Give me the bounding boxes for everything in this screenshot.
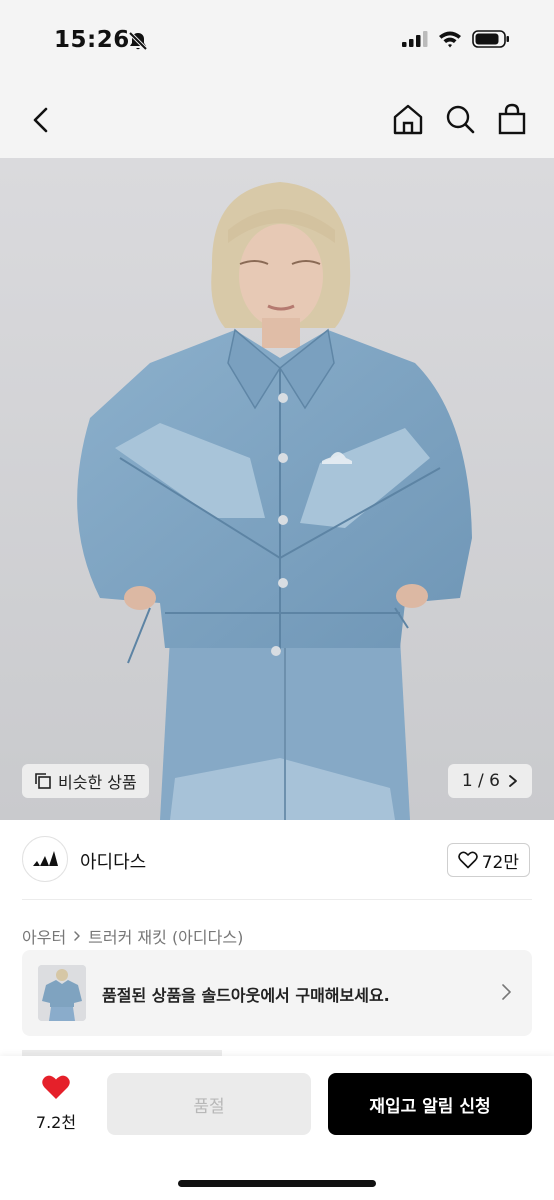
- brand-name[interactable]: 아디다스: [80, 848, 146, 874]
- status-time: 15:26: [54, 27, 130, 53]
- soldout-button[interactable]: 품절: [107, 1073, 311, 1135]
- chevron-right-icon: [509, 775, 517, 787]
- heart-filled-icon: [42, 1075, 70, 1099]
- heart-outline-icon: [457, 851, 478, 869]
- section-divider: [22, 899, 532, 900]
- home-indicator: [178, 1180, 376, 1187]
- shopping-bag-icon[interactable]: [496, 102, 528, 136]
- signal-icon: [402, 31, 428, 47]
- chevron-right-icon: [502, 984, 511, 1000]
- home-icon[interactable]: [392, 102, 424, 136]
- search-icon[interactable]: [444, 102, 476, 136]
- similar-products-button[interactable]: 비슷한 상품: [22, 764, 149, 798]
- chevron-right-icon: [74, 931, 80, 941]
- wishlist-button[interactable]: 7.2천: [30, 1074, 82, 1133]
- nav-bar: [0, 84, 554, 158]
- adidas-logo-icon: [33, 851, 58, 866]
- wifi-icon: [439, 31, 461, 48]
- promo-text: 품절된 상품을 솔드아웃에서 구매해보세요.: [102, 986, 390, 1005]
- status-bar: 15:26: [0, 0, 554, 84]
- page-counter-text: 1 / 6: [461, 771, 500, 791]
- like-count: 72만: [481, 852, 519, 873]
- brand-logo[interactable]: [22, 836, 68, 882]
- battery-icon: [472, 30, 509, 48]
- product-image[interactable]: 비슷한 상품 1 / 6: [0, 158, 554, 820]
- breadcrumb-product-line[interactable]: 트러커 재킷 (아디다스): [88, 924, 243, 948]
- restock-alert-button[interactable]: 재입고 알림 신청: [328, 1073, 532, 1135]
- promo-product-thumbnail: [38, 965, 86, 1021]
- image-page-counter[interactable]: 1 / 6: [447, 764, 532, 798]
- back-chevron-icon[interactable]: [26, 104, 58, 136]
- similar-products-label: 비슷한 상품: [58, 773, 137, 792]
- bottom-action-bar: 7.2천 품절 재입고 알림 신청: [0, 1056, 554, 1200]
- copy-icon: [35, 773, 51, 789]
- soldout-promo-banner[interactable]: 품절된 상품을 솔드아웃에서 구매해보세요.: [22, 950, 532, 1036]
- breadcrumb-category[interactable]: 아우터: [22, 924, 66, 948]
- nav-actions: [392, 102, 528, 136]
- breadcrumb: 아우터 트러커 재킷 (아디다스): [22, 924, 243, 948]
- wishlist-count: 7.2천: [35, 1113, 77, 1132]
- like-button[interactable]: 72만: [446, 843, 530, 877]
- brand-row: 아디다스 72만: [0, 820, 554, 900]
- promo-thumbnail: [38, 965, 86, 1021]
- product-photo: [0, 158, 554, 820]
- status-right-icons: [402, 30, 510, 48]
- bell-off-icon: [128, 31, 148, 51]
